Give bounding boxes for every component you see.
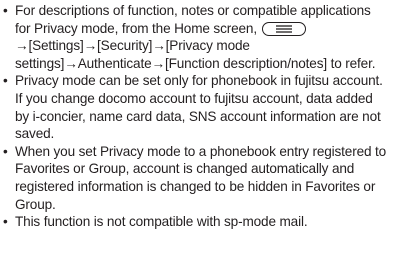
note-text-intro: For descriptions of function, notes or c… bbox=[15, 3, 371, 36]
bullet-icon: • bbox=[3, 143, 8, 159]
note-item-menu-path: • For descriptions of function, notes or … bbox=[3, 2, 389, 72]
bullet-icon: • bbox=[3, 73, 8, 89]
note-item-sp-mode-mail: • This function is not compatible with sp… bbox=[3, 213, 389, 231]
note-text-path: →[Settings]→[Security]→[Privacy mode set… bbox=[15, 38, 376, 71]
note-text: Privacy mode can be set only for phonebo… bbox=[15, 73, 383, 142]
bullet-icon: • bbox=[3, 3, 8, 18]
notes-list: • For descriptions of function, notes or … bbox=[3, 2, 389, 231]
menu-key-icon bbox=[261, 21, 306, 36]
note-text: When you set Privacy mode to a phonebook… bbox=[15, 143, 387, 212]
note-item-fujitsu-account: • Privacy mode can be set only for phoneb… bbox=[3, 72, 389, 142]
note-text: This function is not compatible with sp-… bbox=[15, 214, 308, 230]
bullet-icon: • bbox=[3, 214, 8, 230]
note-item-favorites-group: • When you set Privacy mode to a phoneboo… bbox=[3, 143, 389, 213]
